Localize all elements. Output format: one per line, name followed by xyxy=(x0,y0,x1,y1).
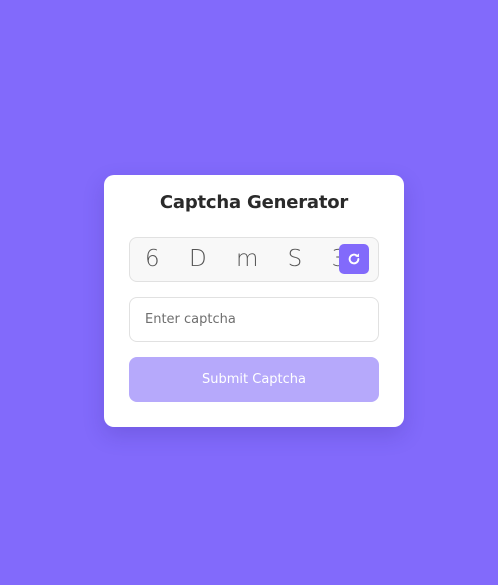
captcha-card: Captcha Generator 6 D m S 3 Submit Captc… xyxy=(104,175,404,427)
refresh-button[interactable] xyxy=(339,244,369,274)
refresh-icon xyxy=(348,253,360,265)
submit-captcha-button[interactable]: Submit Captcha xyxy=(129,357,379,402)
card-title: Captcha Generator xyxy=(159,192,349,213)
captcha-input[interactable] xyxy=(129,297,379,342)
captcha-text: 6 D m S 3 xyxy=(145,246,358,272)
captcha-display: 6 D m S 3 xyxy=(129,237,379,282)
